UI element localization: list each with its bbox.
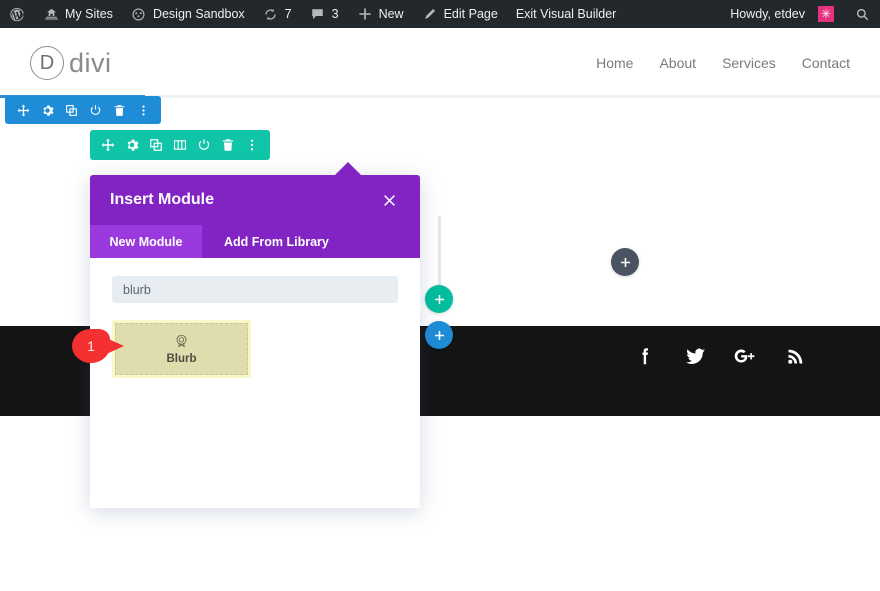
modal-header: Insert Module bbox=[90, 175, 420, 225]
divi-logo-mark: D bbox=[30, 46, 64, 80]
admin-bar-new[interactable]: New bbox=[348, 0, 413, 28]
google-plus-icon[interactable] bbox=[732, 343, 758, 369]
admin-bar-site-name[interactable]: Design Sandbox bbox=[122, 0, 254, 28]
row-toolbar bbox=[90, 130, 270, 160]
wordpress-icon bbox=[9, 6, 25, 22]
plus-icon bbox=[357, 6, 373, 22]
edit-page-label: Edit Page bbox=[444, 8, 498, 21]
admin-bar-exit-visual-builder[interactable]: Exit Visual Builder bbox=[507, 0, 626, 28]
site-logo[interactable]: D divi bbox=[30, 46, 112, 80]
module-tile-label: Blurb bbox=[166, 353, 196, 365]
move-icon[interactable] bbox=[96, 130, 120, 160]
duplicate-icon[interactable] bbox=[59, 96, 83, 124]
divi-logo-text: divi bbox=[69, 48, 112, 79]
gear-icon[interactable] bbox=[120, 130, 144, 160]
kebab-menu-icon[interactable] bbox=[240, 130, 264, 160]
callout-number: 1 bbox=[72, 329, 110, 363]
pencil-icon bbox=[422, 6, 438, 22]
visual-builder-page: My Sites Design Sandbox 7 bbox=[0, 0, 880, 591]
callout-marker-1: 1 bbox=[72, 329, 124, 363]
move-icon[interactable] bbox=[11, 96, 35, 124]
updates-icon bbox=[263, 6, 279, 22]
module-tile-inner: Blurb bbox=[115, 323, 248, 375]
modal-pointer bbox=[335, 162, 361, 175]
admin-bar-edit-page[interactable]: Edit Page bbox=[413, 0, 507, 28]
facebook-icon[interactable] bbox=[632, 343, 658, 369]
add-row-button[interactable] bbox=[425, 321, 453, 349]
rss-icon[interactable] bbox=[782, 343, 808, 369]
section-toolbar bbox=[5, 96, 161, 124]
admin-bar-updates[interactable]: 7 bbox=[254, 0, 301, 28]
site-name-label: Design Sandbox bbox=[153, 8, 245, 21]
admin-bar-left: My Sites Design Sandbox 7 bbox=[0, 0, 625, 28]
nav-item-services[interactable]: Services bbox=[722, 55, 776, 71]
tab-add-from-library[interactable]: Add From Library bbox=[202, 225, 351, 258]
admin-bar-my-sites[interactable]: My Sites bbox=[34, 0, 122, 28]
module-list: Blurb bbox=[112, 320, 398, 378]
trash-icon[interactable] bbox=[216, 130, 240, 160]
nav-item-home[interactable]: Home bbox=[596, 55, 633, 71]
avatar: ✳ bbox=[818, 6, 834, 22]
duplicate-icon[interactable] bbox=[144, 130, 168, 160]
power-icon[interactable] bbox=[83, 96, 107, 124]
admin-bar-account[interactable]: Howdy, etdev ✳ bbox=[721, 0, 843, 28]
comments-icon bbox=[310, 6, 326, 22]
module-tile-blurb[interactable]: Blurb bbox=[112, 320, 251, 378]
modal-tabs: New Module Add From Library bbox=[90, 225, 420, 258]
primary-navigation: Home About Services Contact bbox=[596, 55, 850, 71]
my-sites-icon bbox=[43, 6, 59, 22]
new-label: New bbox=[379, 8, 404, 21]
admin-bar-right: Howdy, etdev ✳ bbox=[721, 0, 880, 28]
add-module-button[interactable] bbox=[425, 285, 453, 313]
howdy-label: Howdy, etdev bbox=[730, 8, 805, 21]
admin-bar-comments[interactable]: 3 bbox=[301, 0, 348, 28]
modal-title: Insert Module bbox=[110, 191, 214, 209]
updates-count: 7 bbox=[285, 8, 292, 21]
power-icon[interactable] bbox=[192, 130, 216, 160]
site-icon bbox=[131, 6, 147, 22]
exit-visual-builder-label: Exit Visual Builder bbox=[516, 8, 617, 21]
columns-icon[interactable] bbox=[168, 130, 192, 160]
blurb-icon bbox=[174, 333, 189, 348]
close-icon[interactable] bbox=[378, 189, 400, 211]
comments-count: 3 bbox=[332, 8, 339, 21]
nav-item-contact[interactable]: Contact bbox=[802, 55, 850, 71]
search-icon[interactable] bbox=[855, 7, 870, 22]
nav-item-about[interactable]: About bbox=[659, 55, 696, 71]
modal-body: Blurb bbox=[90, 258, 420, 508]
wordpress-logo-menu[interactable] bbox=[0, 0, 34, 28]
wp-admin-bar: My Sites Design Sandbox 7 bbox=[0, 0, 880, 28]
add-section-button[interactable] bbox=[611, 248, 639, 276]
site-header: D divi Home About Services Contact bbox=[0, 28, 880, 98]
social-follow-row bbox=[632, 343, 808, 369]
my-sites-label: My Sites bbox=[65, 8, 113, 21]
search-input[interactable] bbox=[112, 276, 398, 303]
twitter-icon[interactable] bbox=[682, 343, 708, 369]
insert-module-modal: Insert Module New Module Add From Librar… bbox=[90, 175, 420, 508]
gear-icon[interactable] bbox=[35, 96, 59, 124]
tab-new-module[interactable]: New Module bbox=[90, 225, 202, 258]
trash-icon[interactable] bbox=[107, 96, 131, 124]
kebab-menu-icon[interactable] bbox=[131, 96, 155, 124]
